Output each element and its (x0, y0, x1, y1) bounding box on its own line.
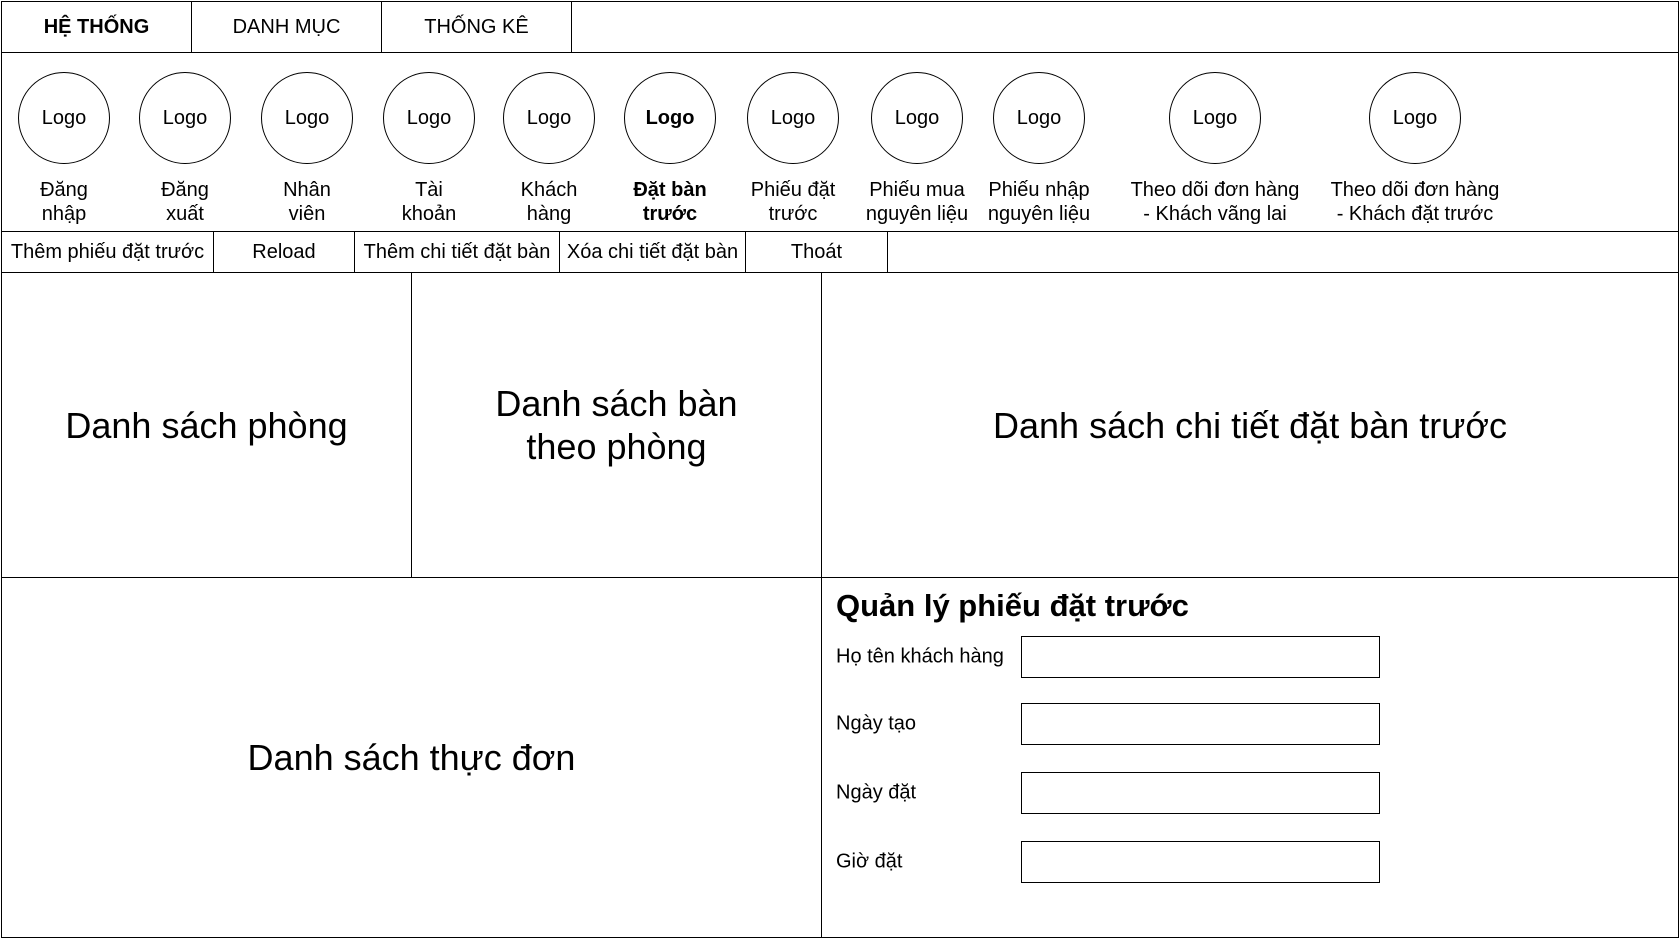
ribbon-item-label: Theo dõi đơn hàng - Khách vãng lai (1130, 179, 1300, 225)
ribbon-item-label: Phiếu đặt trước (750, 179, 836, 225)
tab-he-thong[interactable]: HỆ THỐNG (2, 2, 192, 52)
logo-icon: Logo (747, 72, 839, 164)
room-list-panel[interactable]: Danh sách phòng (1, 272, 412, 578)
booking-date-row: Ngày đặt (836, 772, 1380, 814)
booking-date-input[interactable] (1021, 772, 1380, 814)
customer-name-row: Họ tên khách hàng (836, 636, 1380, 678)
ribbon-item-label: Tài khoản (401, 179, 457, 225)
add-reservation-button[interactable]: Thêm phiếu đặt trước (2, 232, 214, 272)
table-list-panel[interactable]: Danh sách bàn theo phòng (411, 272, 822, 578)
booking-date-label: Ngày đặt (836, 781, 917, 804)
ribbon-item-label: Đăng xuất (161, 179, 209, 225)
booking-time-label: Giờ đặt (836, 850, 903, 873)
logo-icon: Logo (1169, 72, 1261, 164)
ribbon: Logo Đăng nhập Logo Đăng xuất Logo Nhân … (1, 52, 1679, 232)
ribbon-item-label: Nhân viên (283, 179, 331, 225)
add-detail-button[interactable]: Thêm chi tiết đặt bàn (355, 232, 560, 272)
reservation-form-panel: Quản lý phiếu đặt trước Họ tên khách hàn… (821, 577, 1679, 938)
ribbon-item-label: Khách hàng (520, 179, 578, 225)
ribbon-item-theo-doi-khach-dat-truoc[interactable]: Logo Theo dõi đơn hàng - Khách đặt trước (1325, 72, 1505, 226)
tab-danh-muc[interactable]: DANH MỤC (192, 2, 382, 52)
created-date-label: Ngày tạo (836, 712, 917, 735)
ribbon-item-label: Theo dõi đơn hàng - Khách đặt trước (1330, 179, 1500, 225)
menu-list-title: Danh sách thực đơn (247, 737, 576, 778)
room-list-title: Danh sách phòng (65, 404, 348, 446)
logo-icon: Logo (1369, 72, 1461, 164)
tab-thong-ke[interactable]: THỐNG KÊ (382, 2, 572, 52)
reservation-detail-list-panel[interactable]: Danh sách chi tiết đặt bàn trước (821, 272, 1679, 578)
created-date-row: Ngày tạo (836, 703, 1380, 745)
table-list-title: Danh sách bàn theo phòng (495, 383, 738, 467)
ribbon-item-label: Phiếu nhập nguyên liệu (987, 179, 1091, 225)
app-window: HỆ THỐNG DANH MỤC THỐNG KÊ Logo Đăng nhậ… (0, 0, 1680, 939)
customer-name-label: Họ tên khách hàng (836, 645, 1004, 668)
ribbon-item-label: Đăng nhập (40, 179, 88, 225)
ribbon-item-theo-doi-khach-vang-lai[interactable]: Logo Theo dõi đơn hàng - Khách vãng lai (1125, 72, 1305, 226)
logo-icon: Logo (993, 72, 1085, 164)
top-menu-bar: HỆ THỐNG DANH MỤC THỐNG KÊ (1, 1, 1679, 53)
booking-time-input[interactable] (1021, 841, 1380, 883)
ribbon-item-phieu-nhap-nguyen-lieu[interactable]: Logo Phiếu nhập nguyên liệu (949, 72, 1129, 226)
booking-time-row: Giờ đặt (836, 841, 1380, 883)
menu-list-panel[interactable]: Danh sách thực đơn (1, 577, 822, 938)
created-date-input[interactable] (1021, 703, 1380, 745)
customer-name-input[interactable] (1021, 636, 1380, 678)
ribbon-item-label: Đặt bàn trước (633, 179, 707, 225)
toolbar: Thêm phiếu đặt trước Reload Thêm chi tiế… (1, 231, 1679, 273)
reload-button[interactable]: Reload (214, 232, 355, 272)
form-title: Quản lý phiếu đặt trước (836, 588, 1189, 623)
delete-detail-button[interactable]: Xóa chi tiết đặt bàn (560, 232, 746, 272)
exit-button[interactable]: Thoát (746, 232, 888, 272)
reservation-detail-list-title: Danh sách chi tiết đặt bàn trước (993, 404, 1507, 446)
